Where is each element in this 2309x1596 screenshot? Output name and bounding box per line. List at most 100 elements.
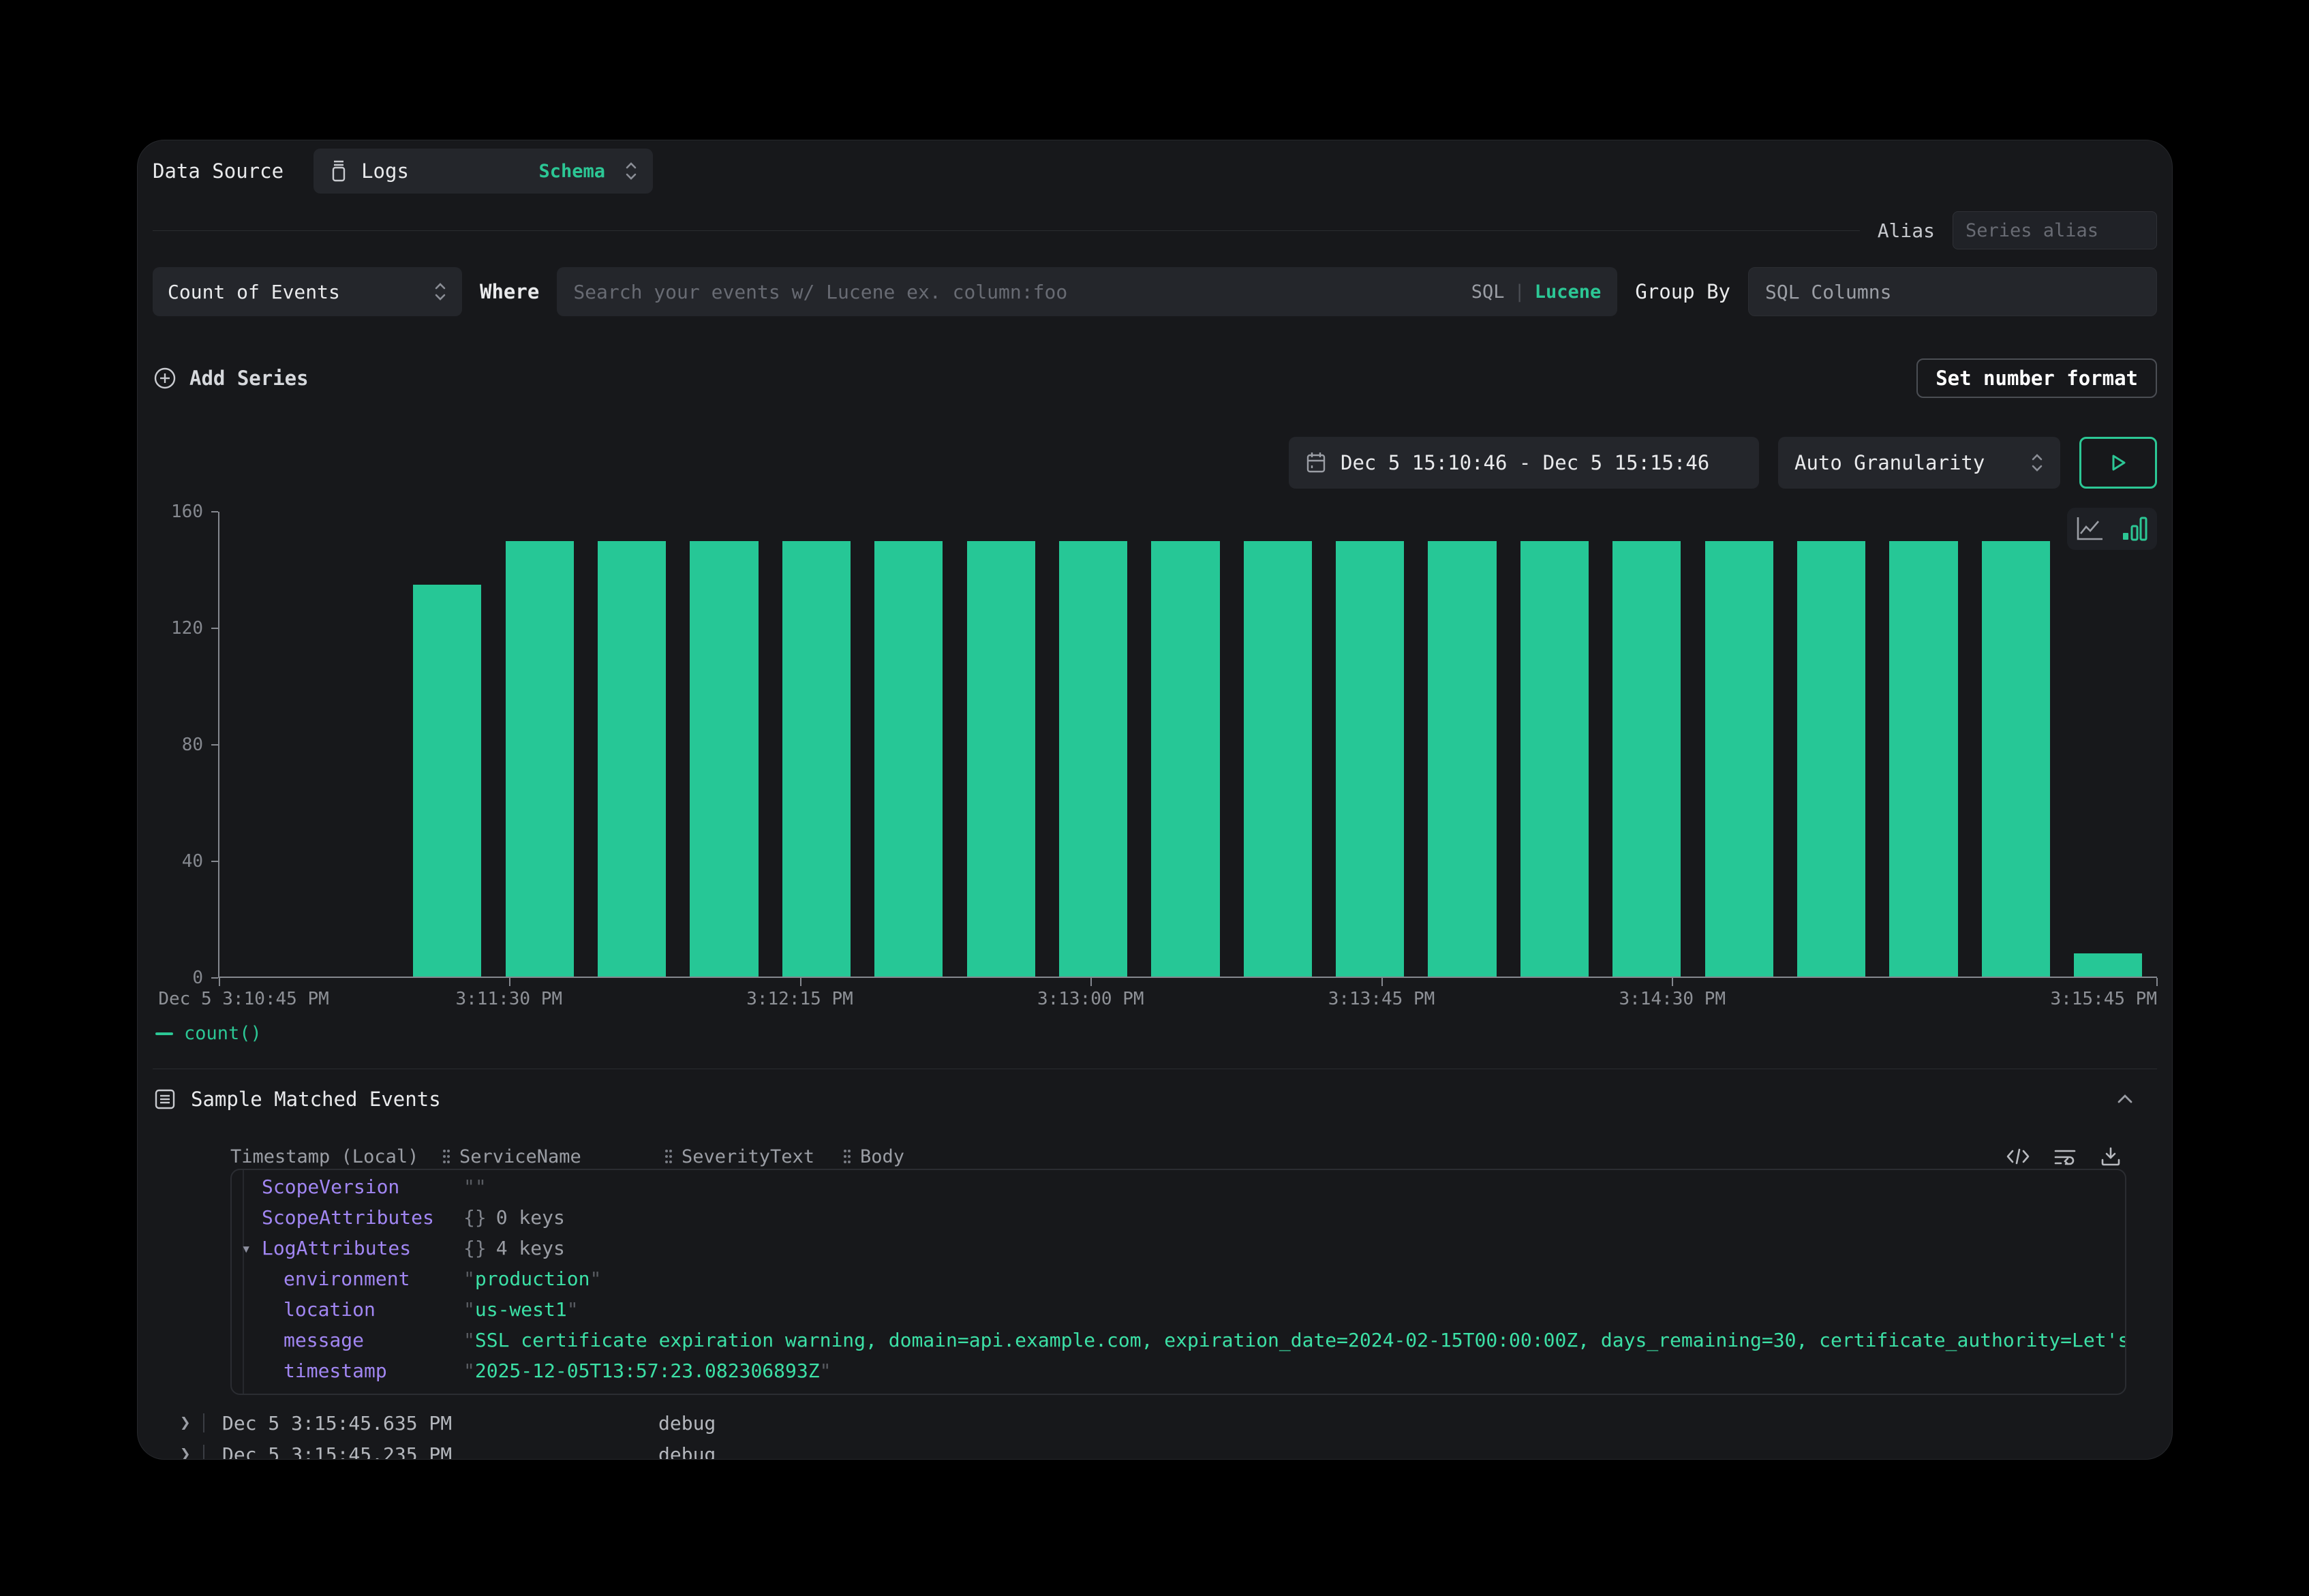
event-severity: debug (658, 1412, 716, 1434)
column-header-severitytext[interactable]: SeverityText (664, 1146, 842, 1167)
object-key-count: 4 keys (496, 1237, 565, 1259)
set-number-format-button[interactable]: Set number format (1916, 358, 2157, 398)
expanded-event-attributes: ScopeVersion""ScopeAttributes{}0 keys▾Lo… (230, 1169, 2126, 1395)
wrap-text-icon[interactable] (2053, 1147, 2077, 1166)
data-source-select[interactable]: Logs Schema (314, 149, 653, 194)
y-tick-label: 120 (155, 617, 203, 639)
attribute-value: "SSL certificate expiration warning, dom… (463, 1329, 2125, 1351)
y-tick-label: 0 (155, 967, 203, 989)
add-series-button[interactable]: Add Series (153, 366, 309, 390)
braces-icon: {} (463, 1206, 487, 1229)
data-source-label: Data Source (153, 159, 284, 183)
bar-chart-icon[interactable] (2120, 515, 2149, 542)
column-header-servicename[interactable]: ServiceName (442, 1146, 664, 1167)
collapse-chevron-up-icon[interactable] (2113, 1092, 2157, 1106)
chart-bar (2074, 953, 2142, 977)
drag-handle-icon[interactable] (664, 1148, 673, 1165)
series-actions-row: Add Series Set number format (153, 358, 2157, 398)
legend-series-name: count() (184, 1023, 262, 1044)
run-query-button[interactable] (2079, 437, 2157, 489)
attribute-row[interactable]: ▾LogAttributes{}4 keys (232, 1233, 2125, 1263)
attribute-row[interactable]: timestamp"2025-12-05T13:57:23.082306893Z… (232, 1355, 2125, 1386)
chart-legend: count() (155, 1023, 262, 1044)
event-row[interactable]: ❯Dec 5 3:15:45.235 PMdebug (153, 1439, 2157, 1460)
x-tick-mark (1090, 978, 1092, 986)
attribute-row[interactable]: environment"production" (232, 1263, 2125, 1294)
y-tick-mark (211, 628, 218, 629)
quote-mark: " (463, 1176, 475, 1198)
events-table-header: Timestamp (Local) ServiceName Severity (153, 1144, 2157, 1169)
expander-triangle-icon[interactable]: ▾ (241, 1239, 251, 1258)
chart-bar (1889, 541, 1957, 977)
sample-events-header: Sample Matched Events (153, 1084, 2157, 1114)
chart-bar (874, 541, 943, 977)
chart-bar (413, 585, 481, 977)
chevron-up-down-icon (2030, 452, 2044, 474)
y-tick-mark (211, 511, 218, 512)
x-tick-label: 3:15:45 PM (2050, 989, 2157, 1009)
attribute-key: location (284, 1298, 463, 1321)
add-series-label: Add Series (189, 367, 309, 390)
x-tick-mark (219, 978, 220, 986)
date-range-picker[interactable]: Dec 5 15:10:46 - Dec 5 15:15:46 (1289, 437, 1759, 489)
mode-separator: | (1514, 281, 1525, 303)
braces-icon: {} (463, 1237, 487, 1259)
quote-mark: " (820, 1360, 831, 1382)
x-tick-label: 3:13:45 PM (1328, 989, 1435, 1009)
chart-bar (1428, 541, 1496, 977)
chart-bar (1151, 541, 1219, 977)
time-controls-row: Dec 5 15:10:46 - Dec 5 15:15:46 Auto Gra… (153, 437, 2157, 489)
event-rows: ❯Dec 5 3:15:45.635 PMdebug❯Dec 5 3:15:45… (153, 1407, 2157, 1460)
aggregation-select[interactable]: Count of Events (153, 267, 462, 316)
chevron-right-icon[interactable]: ❯ (180, 1444, 203, 1460)
x-axis: Dec 5 3:10:45 PM3:11:30 PM3:12:15 PM3:13… (218, 989, 2157, 1012)
quote-mark: " (463, 1268, 475, 1290)
alias-input[interactable] (1953, 211, 2157, 249)
attribute-row[interactable]: ScopeVersion"" (232, 1171, 2125, 1202)
granularity-select[interactable]: Auto Granularity (1778, 437, 2060, 489)
attribute-key: ScopeAttributes (262, 1206, 463, 1229)
search-input[interactable]: Search your events w/ Lucene ex. column:… (557, 267, 1617, 316)
attributes-list: ScopeVersion""ScopeAttributes{}0 keys▾Lo… (232, 1170, 2125, 1386)
quote-mark: " (463, 1329, 475, 1351)
y-tick-mark (211, 977, 218, 979)
string-value: SSL certificate expiration warning, doma… (475, 1329, 2125, 1351)
group-by-input[interactable] (1748, 267, 2157, 316)
event-severity: debug (658, 1443, 716, 1460)
event-row[interactable]: ❯Dec 5 3:15:45.635 PMdebug (153, 1407, 2157, 1439)
attribute-row[interactable]: location"us-west1" (232, 1294, 2125, 1325)
download-icon[interactable] (2100, 1146, 2122, 1167)
chart-bar (782, 541, 851, 977)
sample-events-title: Sample Matched Events (191, 1088, 441, 1111)
drag-handle-icon[interactable] (842, 1148, 852, 1165)
column-header-body[interactable]: Body (842, 1146, 2006, 1167)
alias-label: Alias (1878, 219, 1935, 242)
chart-bar (1705, 541, 1773, 977)
attribute-value: "2025-12-05T13:57:23.082306893Z" (463, 1360, 831, 1382)
attribute-row[interactable]: ScopeAttributes{}0 keys (232, 1202, 2125, 1233)
line-chart-icon[interactable] (2075, 516, 2104, 542)
timeseries-chart: 04080120160 Dec 5 3:10:45 PM3:11:30 PM3:… (153, 508, 2157, 1046)
severity-bar (203, 1445, 204, 1460)
x-tick-label: 3:14:30 PM (1619, 989, 1726, 1009)
attribute-row[interactable]: message"SSL certificate expiration warni… (232, 1325, 2125, 1355)
query-builder-card: Data Source Logs Schema Alias (137, 140, 2173, 1460)
lucene-mode-toggle[interactable]: Lucene (1535, 281, 1602, 303)
sql-mode-toggle[interactable]: SQL (1471, 281, 1505, 303)
data-source-row: Data Source Logs Schema (153, 149, 2157, 194)
code-icon[interactable] (2006, 1147, 2030, 1166)
attribute-key: message (284, 1329, 463, 1351)
drag-handle-icon[interactable] (442, 1148, 451, 1165)
play-icon (2107, 450, 2130, 475)
plus-circle-icon (153, 366, 177, 390)
divider (153, 230, 1860, 231)
column-header-timestamp[interactable]: Timestamp (Local) (230, 1146, 442, 1167)
x-tick-label: Dec 5 3:10:45 PM (158, 989, 328, 1009)
string-value: 2025-12-05T13:57:23.082306893Z (475, 1360, 820, 1382)
chart-bar (1982, 541, 2050, 977)
x-tick-mark (509, 978, 510, 986)
y-tick-mark (211, 744, 218, 746)
y-axis: 04080120160 (153, 512, 218, 978)
chart-bar (967, 541, 1035, 977)
chevron-right-icon[interactable]: ❯ (180, 1413, 203, 1433)
